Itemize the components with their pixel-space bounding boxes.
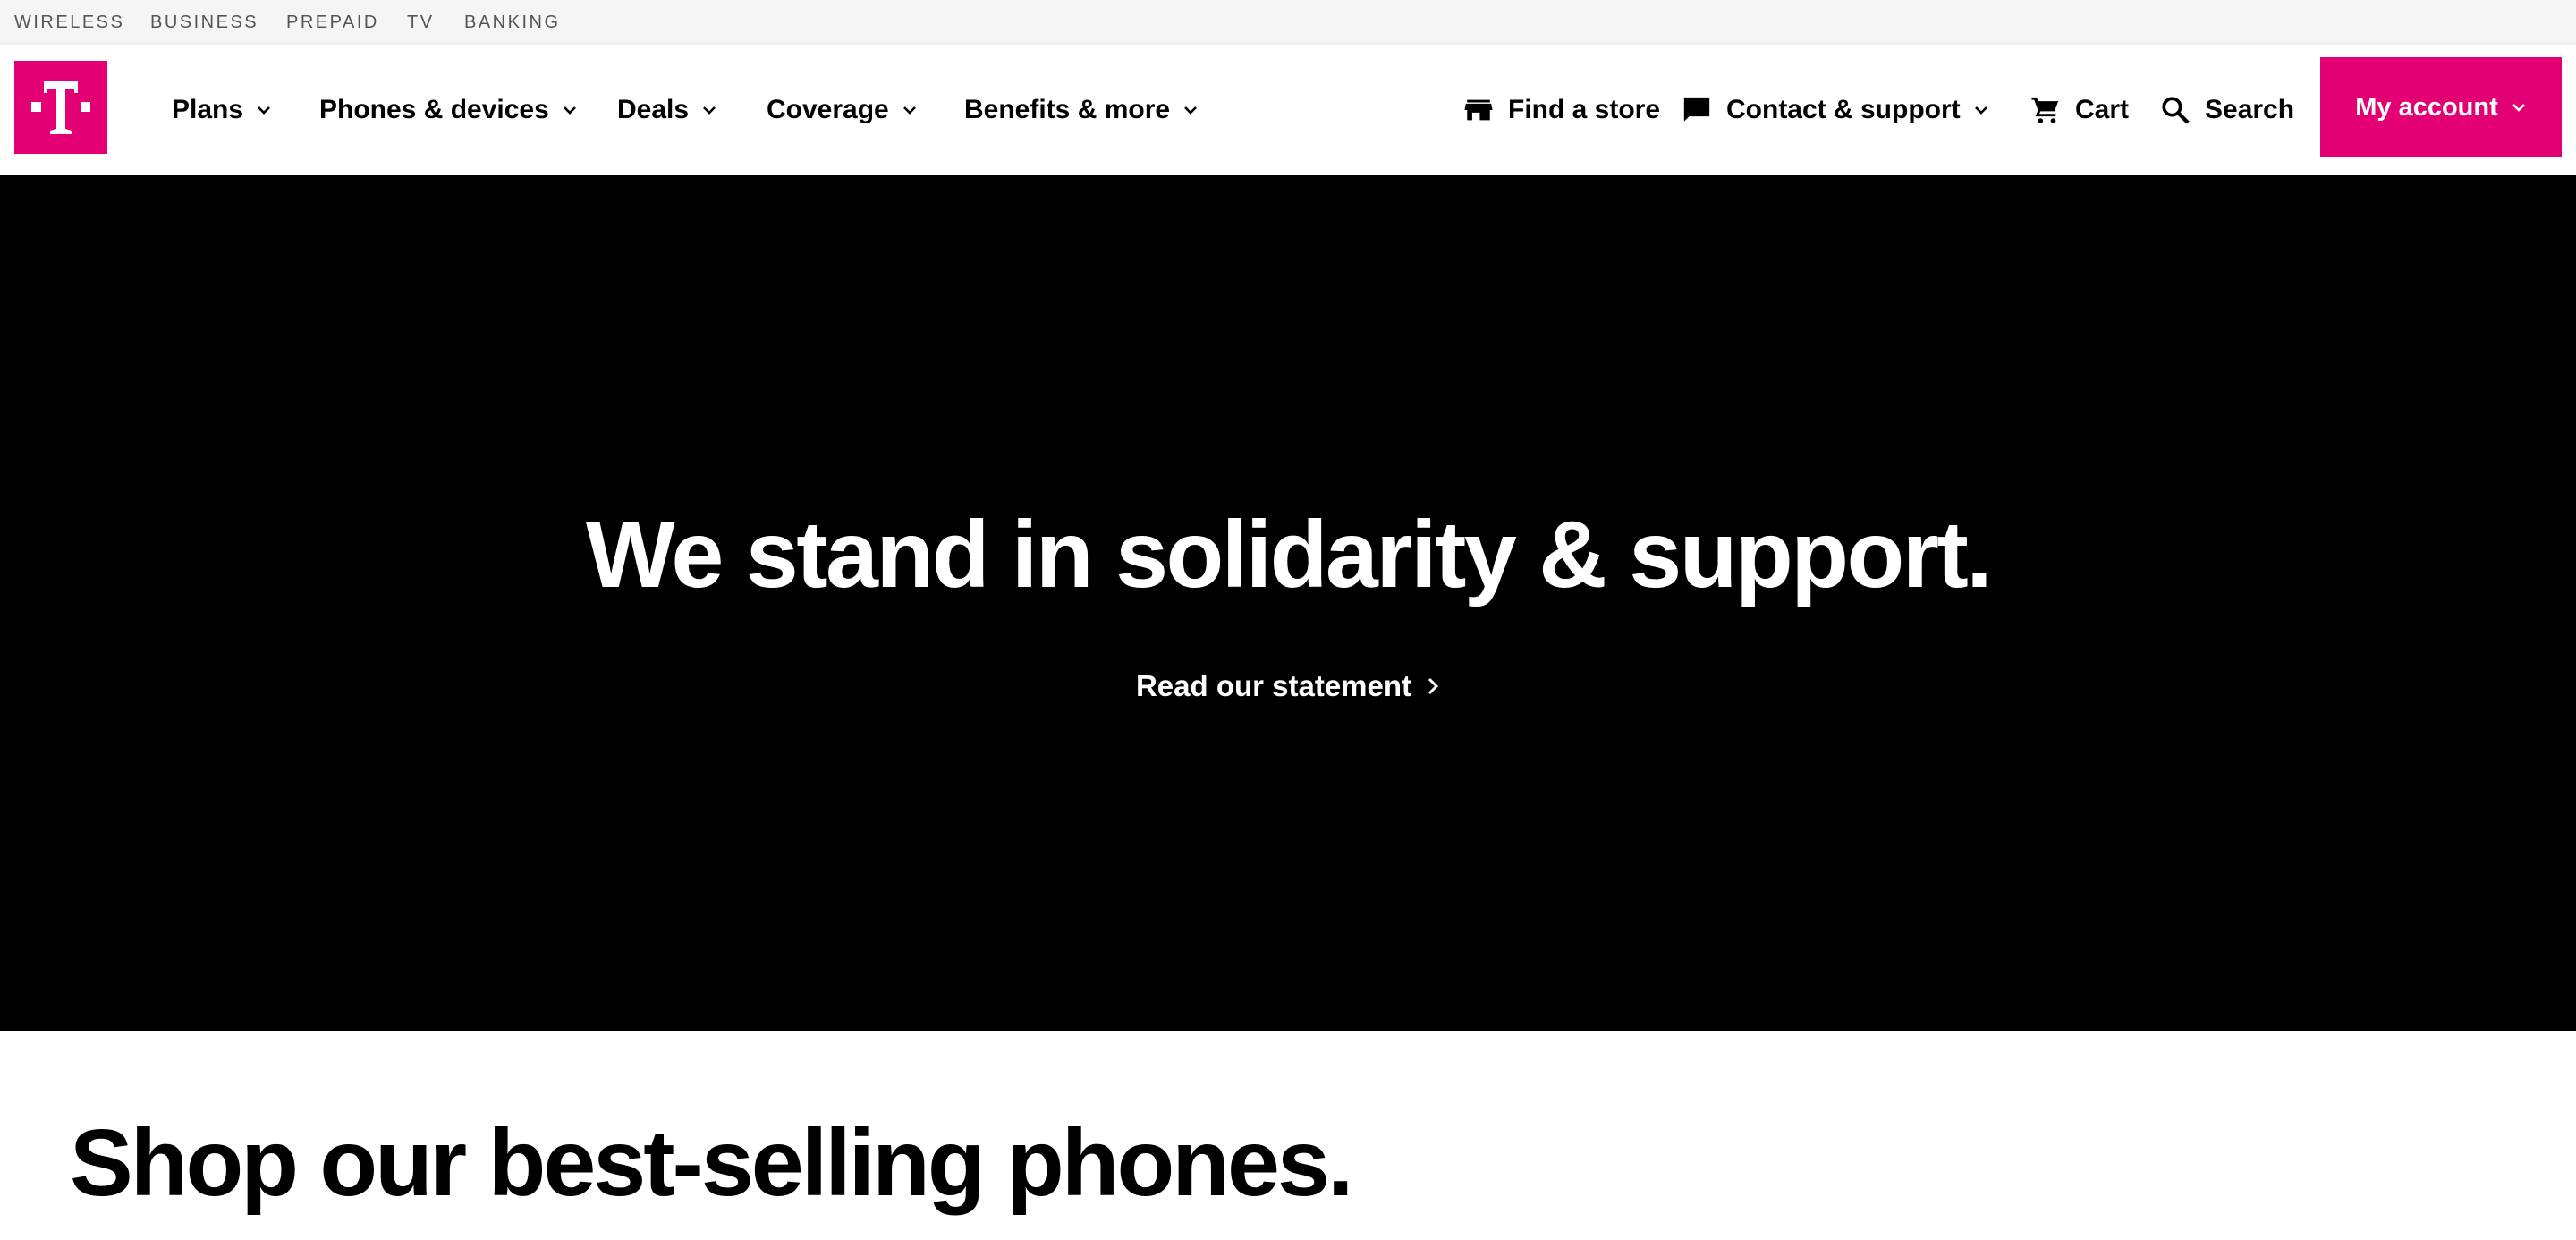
cart-label: Cart [2075,95,2130,124]
chat-icon [1683,97,1710,122]
utility-link-tv[interactable]: TV [407,0,435,45]
nav-phones-devices[interactable]: Phones & devices [319,45,578,175]
search-link[interactable]: Search [2160,45,2294,175]
nav-phones-label: Phones & devices [319,95,549,124]
nav-benefits-label: Benefits & more [964,95,1171,124]
read-statement-link[interactable]: Read our statement [0,669,2576,703]
my-account-button[interactable]: My account [2320,57,2562,157]
chevron-down-icon [703,106,716,115]
main-nav: Plans Phones & devices Deals Coverage Be… [0,45,2576,175]
hero-banner: We stand in solidarity & support. Read o… [0,175,2576,1031]
utility-link-banking[interactable]: BANKING [464,0,561,45]
utility-link-business[interactable]: BUSINESS [150,0,258,45]
nav-deals-label: Deals [617,95,690,124]
utility-bar: WIRELESS BUSINESS PREPAID TV BANKING [0,0,2576,45]
chevron-right-icon [1428,677,1439,695]
nav-plans-label: Plans [172,95,244,124]
store-icon [1464,99,1493,121]
read-statement-label: Read our statement [1135,669,1412,702]
search-icon [2162,97,2190,124]
search-label: Search [2205,95,2295,124]
contact-support-label: Contact & support [1726,95,1961,124]
chevron-down-icon [902,106,916,115]
chevron-down-icon [258,106,270,115]
nav-plans[interactable]: Plans [172,45,272,175]
contact-support-link[interactable]: Contact & support [1682,45,1989,175]
utility-link-prepaid[interactable]: PREPAID [286,0,379,45]
my-account-label: My account [2355,92,2498,122]
nav-deals[interactable]: Deals [617,45,717,175]
find-store-link[interactable]: Find a store [1463,45,1660,175]
chevron-down-icon [2512,104,2525,112]
logo-t-icon [31,81,90,134]
shop-section-title: Shop our best-selling phones. [70,1110,1353,1216]
find-store-label: Find a store [1508,95,1661,124]
cart-icon [2031,97,2059,123]
tmobile-logo[interactable] [14,61,107,154]
nav-benefits[interactable]: Benefits & more [964,45,1199,175]
chevron-down-icon [563,106,576,115]
chevron-down-icon [1184,106,1197,115]
chevron-down-icon [1974,106,1987,115]
nav-coverage[interactable]: Coverage [767,45,918,175]
utility-link-wireless[interactable]: WIRELESS [14,0,125,45]
hero-title: We stand in solidarity & support. [585,502,1993,607]
nav-coverage-label: Coverage [767,95,889,124]
cart-link[interactable]: Cart [2030,45,2129,175]
